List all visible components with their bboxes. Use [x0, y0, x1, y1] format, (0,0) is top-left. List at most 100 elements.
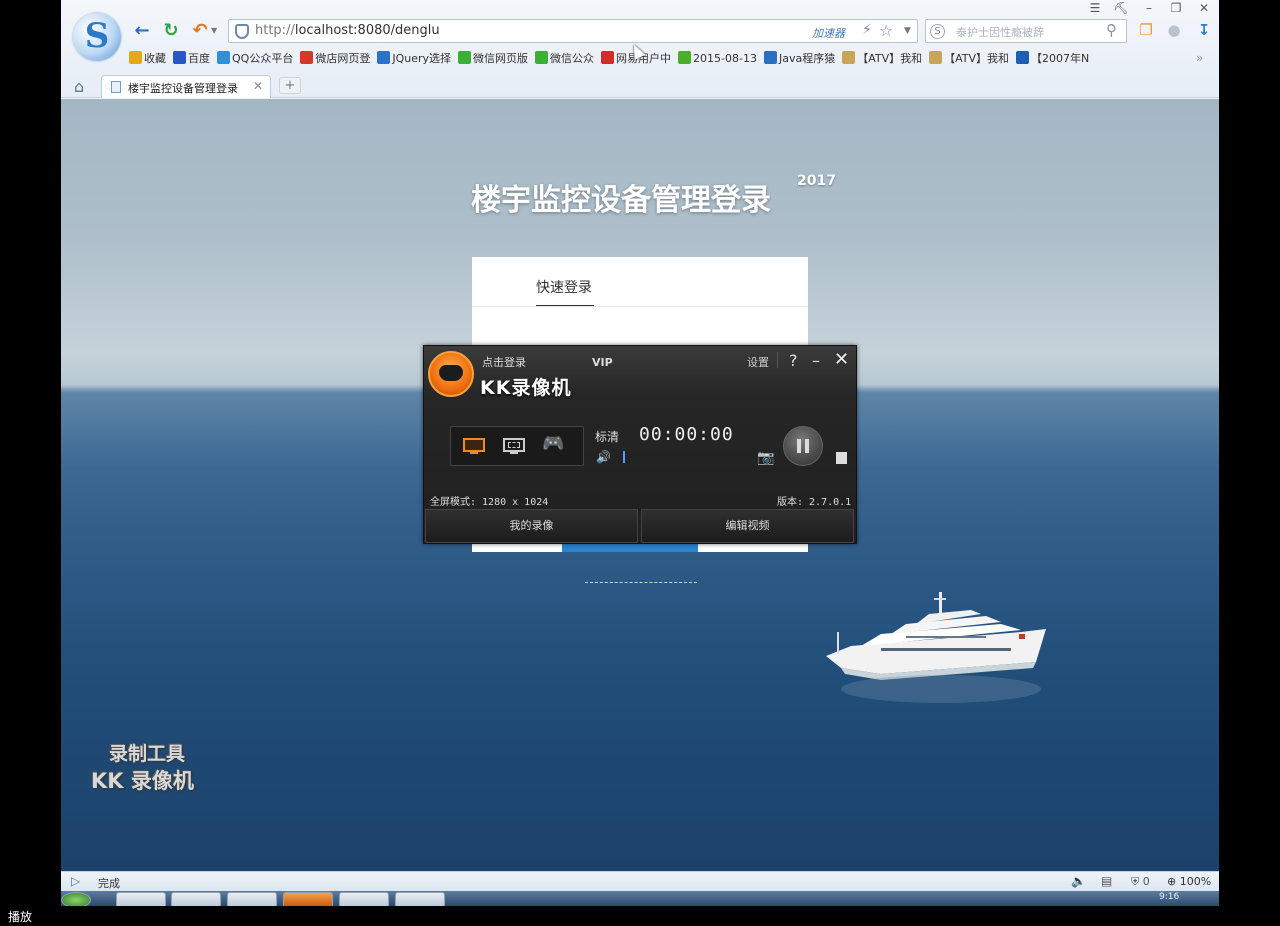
volume-icon[interactable]: 🔊 — [596, 450, 611, 464]
status-bar: ▷ 完成 🔈 ▤ ⛨ 0 ⊕ 100% — [61, 871, 1219, 891]
bookmark-item[interactable]: QQ公众平台 — [217, 50, 293, 68]
bookmark-item[interactable]: 百度 — [173, 50, 210, 68]
bookmark-item[interactable]: 【ATV】我和 — [929, 50, 1009, 68]
menu-icon[interactable]: ☰ — [1084, 0, 1106, 16]
watermark-line-2: KK 录像机 — [91, 769, 194, 793]
wechat-icon — [458, 51, 472, 64]
kk-close-button[interactable]: ✕ — [834, 349, 849, 370]
lightning-icon[interactable]: ⚡ — [862, 22, 872, 38]
bookmark-label: 微信公众 — [550, 52, 595, 65]
bookmark-item[interactable]: Java程序猿 — [763, 50, 835, 68]
edit-video-button[interactable]: 编辑视频 — [641, 509, 854, 543]
bookmark-item[interactable]: 收藏 — [129, 50, 166, 68]
divider — [777, 352, 778, 368]
bookmark-label: 百度 — [188, 52, 210, 65]
my-recordings-button[interactable]: 我的录像 — [425, 509, 638, 543]
extension-icon[interactable]: ❐ — [1136, 20, 1156, 40]
network-icon[interactable]: ▤ — [1101, 874, 1112, 888]
bookmark-item[interactable]: 微信公众 — [535, 50, 594, 68]
search-icon[interactable]: ⚲ — [1106, 21, 1117, 39]
back-arrow-icon[interactable]: ← — [131, 20, 153, 42]
kk-minimize-button[interactable]: – — [812, 351, 820, 370]
refresh-icon[interactable]: ↻ — [160, 20, 182, 42]
player-label: 播放 — [8, 910, 33, 924]
taskbar-app-5[interactable] — [339, 892, 389, 906]
bookmark-label: 微信网页版 — [473, 52, 529, 65]
bookmark-label: 收藏 — [144, 52, 166, 65]
bookmark-item[interactable]: JQuery选择 — [377, 50, 451, 68]
bookmark-label: 【ATV】我和 — [944, 52, 1010, 65]
tab-close-icon[interactable]: ✕ — [253, 79, 263, 93]
tab-quick-login[interactable]: 快速登录 — [536, 277, 592, 297]
play-icon — [678, 51, 692, 64]
search-box[interactable]: S 泰护士因性瘾被辞 ⚲ — [925, 19, 1127, 43]
search-input[interactable]: 泰护士因性瘾被辞 — [956, 24, 1044, 40]
undo-dropdown-icon[interactable]: ▼ — [211, 26, 217, 35]
volume-icon[interactable]: 🔈 — [1071, 874, 1086, 888]
undo-icon[interactable]: ↶ — [189, 20, 211, 42]
url-host-path: localhost:8080/denglu — [294, 23, 440, 38]
close-window-button[interactable]: ✕ — [1193, 0, 1215, 16]
url-protocol: http:// — [255, 23, 295, 38]
browser-logo-letter: S — [84, 16, 110, 56]
bookmarks-more-icon[interactable]: » — [1196, 51, 1203, 65]
taskbar-app-6[interactable] — [395, 892, 445, 906]
stop-button[interactable] — [836, 452, 847, 464]
kk-help-button[interactable]: ? — [789, 351, 798, 370]
kk-login-link[interactable]: 点击登录 — [482, 354, 526, 370]
kk-timer: 00:00:00 — [639, 424, 734, 445]
volume-level-bar[interactable] — [623, 451, 625, 463]
page-title: 楼宇监控设备管理登录 — [471, 183, 771, 218]
region-mode-icon[interactable] — [502, 436, 528, 456]
kk-logo-icon — [428, 351, 474, 397]
skin-icon[interactable]: ⛏ — [1110, 0, 1132, 16]
favorite-star-icon[interactable]: ☆ — [879, 21, 893, 40]
bookmark-item[interactable]: 微店网页登 — [300, 50, 370, 68]
taskbar-app-2[interactable] — [171, 892, 221, 906]
sync-icon[interactable]: ● — [1164, 20, 1184, 40]
address-bar[interactable]: http://localhost:8080/denglu 加速器 ⚡ ☆ ▼ — [228, 19, 918, 43]
bookmark-item[interactable]: 【ATV】我和 — [842, 50, 922, 68]
search-engine-icon[interactable]: S — [930, 24, 945, 39]
taskbar-app-3[interactable] — [227, 892, 277, 906]
zoom-control[interactable]: ⊕ 100% — [1167, 875, 1211, 888]
camera-icon[interactable]: 📷 — [757, 450, 774, 466]
bookmark-item[interactable]: 【2007年N — [1016, 50, 1089, 68]
home-icon[interactable]: ⌂ — [74, 77, 84, 96]
taskbar-kk-recorder[interactable] — [283, 892, 333, 906]
browser-logo[interactable]: S — [73, 13, 121, 61]
restore-button[interactable]: ❐ — [1165, 0, 1187, 16]
address-dropdown-icon[interactable]: ▼ — [904, 26, 911, 36]
taskbar: 9:16 — [61, 891, 1219, 906]
taskbar-browser[interactable] — [116, 892, 166, 906]
raccoon-face-icon — [439, 365, 463, 381]
tab-title: 楼宇监控设备管理登录 — [128, 82, 238, 95]
sidebar-toggle-icon[interactable]: ▷ — [71, 874, 80, 888]
start-button[interactable] — [61, 892, 91, 906]
tab-login[interactable]: 楼宇监控设备管理登录 ✕ — [101, 75, 271, 98]
bookmark-label: QQ公众平台 — [232, 52, 294, 65]
page-icon — [111, 81, 121, 93]
shield-count[interactable]: ⛨ 0 — [1131, 875, 1150, 889]
divider — [472, 306, 808, 307]
url-text[interactable]: http://localhost:8080/denglu — [255, 23, 440, 38]
bookmark-item[interactable]: 2015-08-13 — [678, 50, 757, 68]
fullscreen-mode-icon[interactable] — [462, 436, 488, 456]
kk-settings-button[interactable]: 设置 — [747, 354, 769, 370]
accelerator-label[interactable]: 加速器 — [812, 25, 845, 41]
kk-quality-selector[interactable]: 标清 — [595, 428, 619, 445]
bookmark-label: 2015-08-13 — [693, 52, 757, 65]
download-icon[interactable]: ↧ — [1194, 20, 1214, 40]
bookmarks-bar: 收藏 百度 QQ公众平台 微店网页登 JQuery选择 微信网页版 微信公众 网易用户中 201… — [129, 50, 1169, 68]
watermark-line-1: 录制工具 — [109, 743, 186, 765]
minimize-button[interactable]: – — [1138, 0, 1160, 16]
kk-vip-badge[interactable]: VIP — [592, 356, 613, 369]
pause-button[interactable] — [783, 426, 823, 466]
bookmark-item[interactable]: 微信网页版 — [458, 50, 528, 68]
tab-strip: ⌂ 楼宇监控设备管理登录 ✕ + — [61, 74, 1219, 98]
bookmark-label: 【ATV】我和 — [857, 52, 923, 65]
new-tab-button[interactable]: + — [279, 77, 301, 94]
login-button[interactable] — [562, 544, 698, 552]
gamepad-icon[interactable]: 🎮 — [542, 433, 568, 454]
kk-mode-info: 全屏模式: 1280 x 1024 — [430, 497, 549, 508]
